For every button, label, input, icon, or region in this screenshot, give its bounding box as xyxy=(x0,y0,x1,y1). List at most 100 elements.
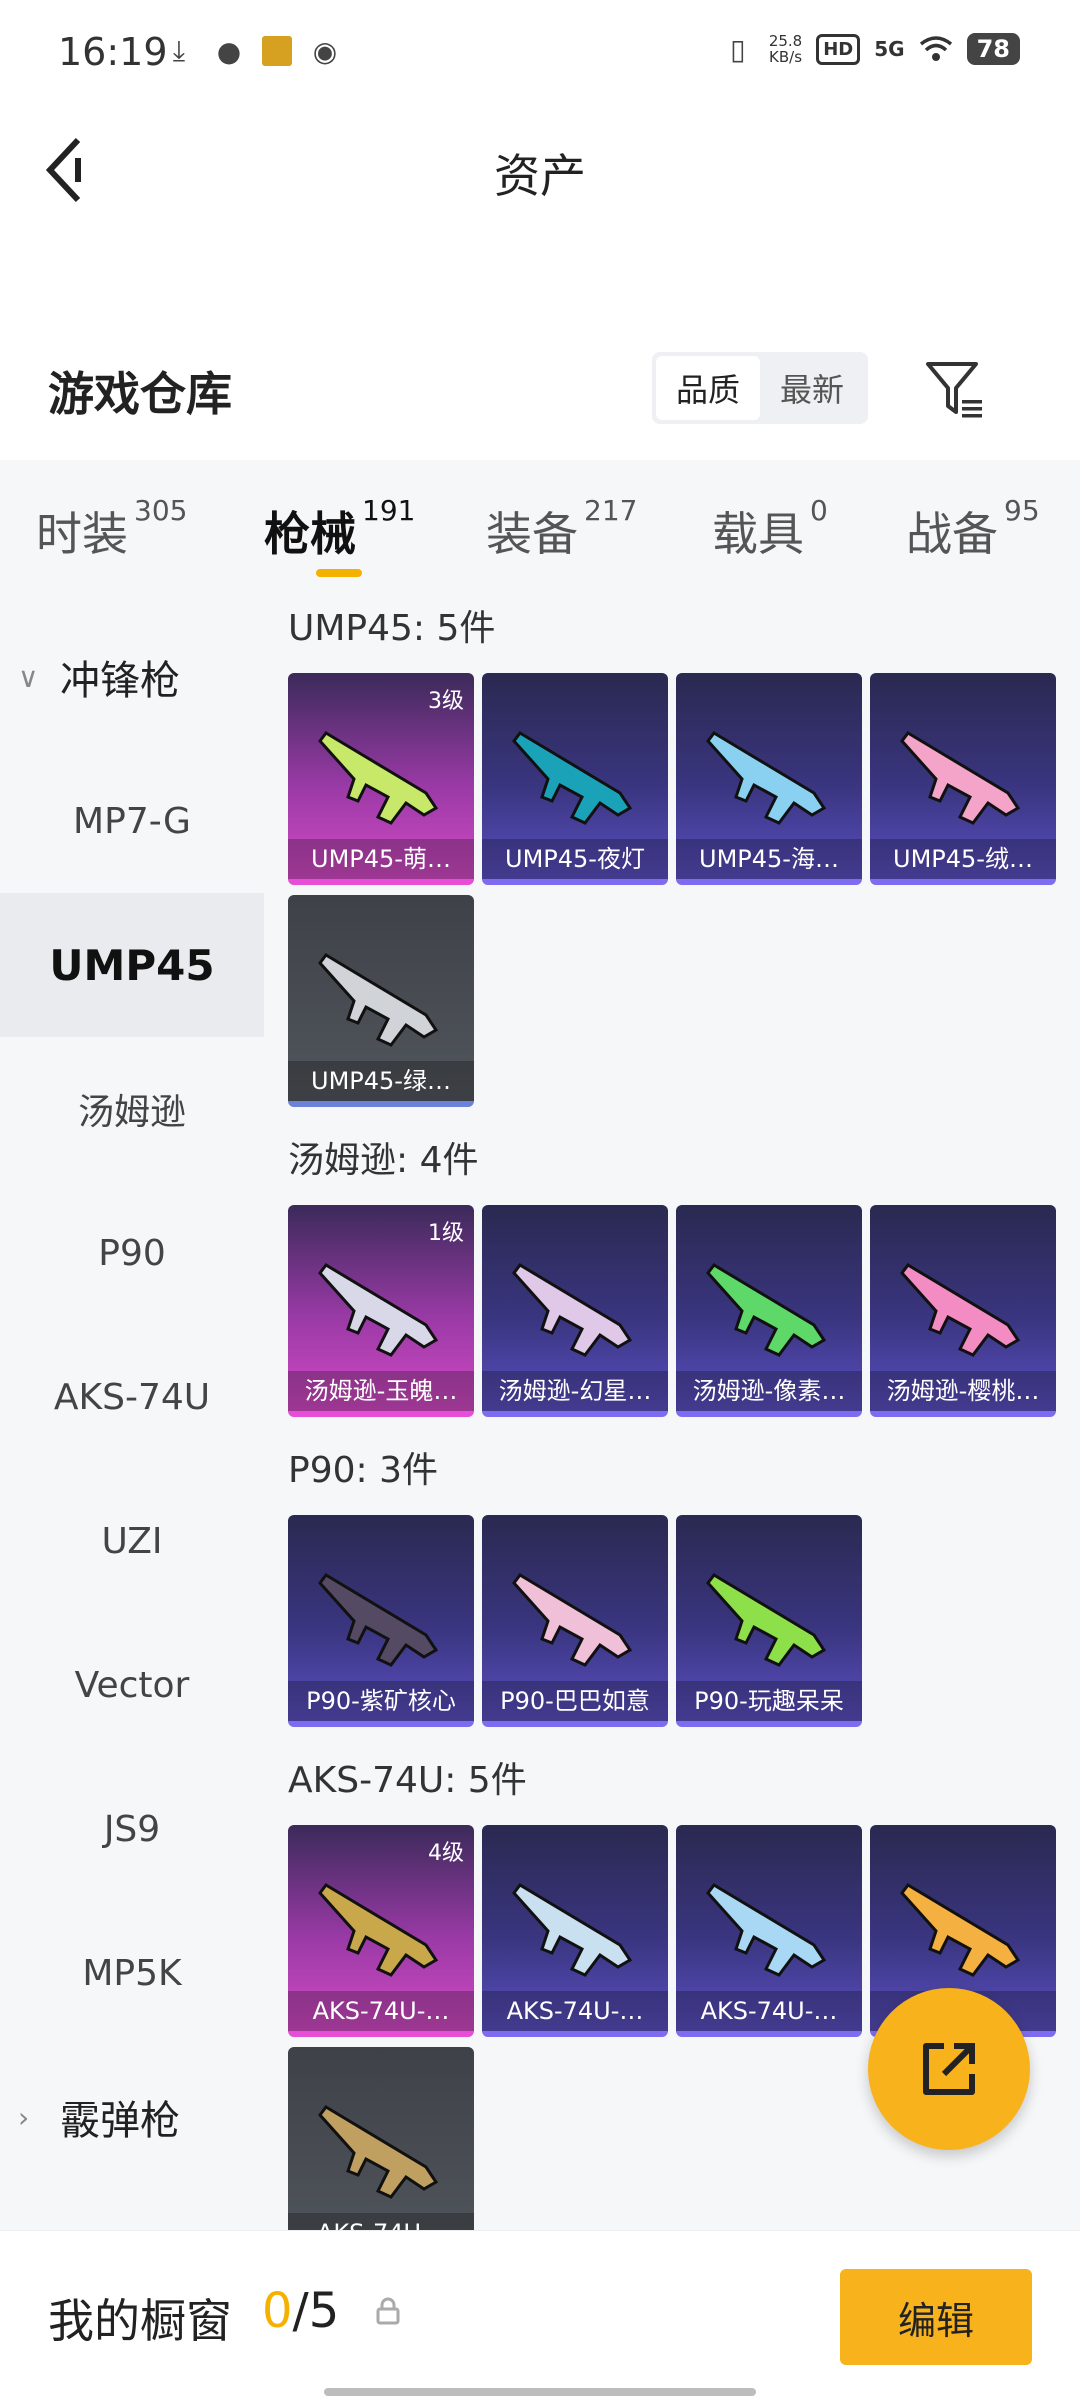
tab-vehicles[interactable]: 载具 0 xyxy=(712,494,828,564)
sidebar-item-thompson[interactable]: 汤姆逊 xyxy=(0,1037,264,1181)
weapon-skin-card[interactable]: 4级 AKS-74U-… xyxy=(288,1825,474,2037)
weapon-image xyxy=(512,1573,633,1667)
active-tab-indicator xyxy=(316,569,362,577)
app-notification-icon xyxy=(262,36,292,66)
weapon-skin-card[interactable]: 3级 UMP45-萌… xyxy=(288,673,474,885)
sidebar-item-p90[interactable]: P90 xyxy=(0,1181,264,1325)
weapon-silhouette xyxy=(900,1263,1021,1357)
weapon-skin-card[interactable]: AKS-74U-… xyxy=(676,1825,862,2037)
weapon-skin-card[interactable]: UMP45-夜灯 xyxy=(482,673,668,885)
weapon-silhouette xyxy=(318,953,439,1047)
sidebar-item-js9[interactable]: JS9 xyxy=(0,1757,264,1901)
tab-label: 时装 xyxy=(36,507,128,561)
tab-firearms[interactable]: 枪械 191 xyxy=(264,494,415,564)
weapon-skin-name: UMP45-萌… xyxy=(288,839,474,879)
weapon-skin-card[interactable]: UMP45-海… xyxy=(676,673,862,885)
weapon-skin-name: 汤姆逊-玉魄… xyxy=(288,1371,474,1411)
sidebar-item-mp5k[interactable]: MP5K xyxy=(0,1901,264,2045)
section-title: 汤姆逊: 4件 xyxy=(288,1140,479,1181)
weapon-silhouette xyxy=(318,1263,439,1357)
weapon-skin-name: P90-玩趣呆呆 xyxy=(676,1681,862,1721)
weapon-skin-card[interactable]: P90-玩趣呆呆 xyxy=(676,1515,862,1727)
filter-icon xyxy=(926,362,982,418)
wechat-icon: ● xyxy=(216,34,242,68)
weapon-skin-name: AKS-74U… xyxy=(288,2213,474,2230)
weapon-image xyxy=(318,731,439,825)
weapon-skin-card[interactable]: AKS-74U-… xyxy=(482,1825,668,2037)
weapon-image xyxy=(900,731,1021,825)
message-icon: ◉ xyxy=(312,34,338,68)
weapon-image xyxy=(706,1883,827,1977)
weapon-silhouette xyxy=(706,1883,827,1977)
sidebar-group-label: 霰弹枪 xyxy=(60,2098,180,2144)
weapon-silhouette xyxy=(512,1883,633,1977)
app-root: 16:19 ⤓ ● ◉ ▯ 25.8 KB/s HD 5G 78 资产 游戏仓库… xyxy=(0,0,1080,2400)
weapon-image xyxy=(900,1883,1021,1977)
sidebar-item-aks74u[interactable]: AKS-74U xyxy=(0,1325,264,1469)
weapon-skin-card[interactable]: UMP45-绒… xyxy=(870,673,1056,885)
weapon-grid: UMP45: 5件 3级 UMP45-萌… UMP45-夜灯 UMP45-海… UMP45… xyxy=(264,605,1080,2230)
vibrate-icon: ▯ xyxy=(730,32,746,66)
sidebar-item-ump45[interactable]: UMP45 xyxy=(0,893,264,1037)
weapon-skin-name: UMP45-海… xyxy=(676,839,862,879)
sidebar-group-shotgun[interactable]: › 霰弹枪 xyxy=(0,2045,264,2189)
weapon-image xyxy=(900,1263,1021,1357)
weapon-skin-card[interactable]: UMP45-绿… xyxy=(288,895,474,1107)
weapon-skin-card[interactable]: 汤姆逊-樱桃… xyxy=(870,1205,1056,1417)
weapon-skin-name: AKS-74U-… xyxy=(482,1991,668,2031)
showcase-title: 我的橱窗 xyxy=(48,2294,232,2348)
section-title: AKS-74U: 5件 xyxy=(288,1760,527,1801)
weapon-skin-card[interactable]: 1级 汤姆逊-玉魄… xyxy=(288,1205,474,1417)
weapon-silhouette xyxy=(900,731,1021,825)
download-icon: ⤓ xyxy=(172,34,186,67)
showcase-used: 0 xyxy=(262,2283,293,2339)
weapon-skin-name: AKS-74U-… xyxy=(676,1991,862,2031)
showcase-bar: 我的橱窗 0/5 编辑 xyxy=(0,2230,1080,2400)
lock-icon xyxy=(376,2297,400,2325)
weapon-skin-name: P90-巴巴如意 xyxy=(482,1681,668,1721)
chevron-down-icon: ∨ xyxy=(18,660,39,694)
showcase-count: 0/5 xyxy=(262,2283,339,2339)
weapon-silhouette xyxy=(706,1573,827,1667)
edit-button[interactable]: 编辑 xyxy=(840,2269,1032,2365)
network-speed-value: 25.8 xyxy=(768,32,803,50)
sort-option-newest[interactable]: 最新 xyxy=(760,356,864,420)
section-title: UMP45: 5件 xyxy=(288,608,496,649)
weapon-skin-name: 汤姆逊-像素… xyxy=(676,1371,862,1411)
sidebar-item-mp7g[interactable]: MP7-G xyxy=(0,749,264,893)
weapon-skin-name: UMP45-绿… xyxy=(288,1061,474,1101)
weapon-skin-name: 汤姆逊-樱桃… xyxy=(870,1371,1056,1411)
weapon-silhouette xyxy=(900,1883,1021,1977)
weapon-skin-name: 汤姆逊-幻星… xyxy=(482,1371,668,1411)
status-notification-icons: ⤓ ● ◉ xyxy=(162,34,342,68)
weapon-level-badge: 3级 xyxy=(428,689,464,714)
weapon-silhouette xyxy=(706,1263,827,1357)
sidebar-group-smg[interactable]: ∨ 冲锋枪 xyxy=(0,605,264,749)
tab-supplies[interactable]: 战备 95 xyxy=(906,494,1040,564)
status-right-icons: ▯ 25.8 KB/s HD 5G 78 xyxy=(721,32,1020,66)
sort-option-quality[interactable]: 品质 xyxy=(656,356,760,420)
tab-label: 装备 xyxy=(486,507,578,561)
page-title: 资产 xyxy=(494,149,586,203)
weapon-skin-card[interactable]: P90-紫矿核心 xyxy=(288,1515,474,1727)
filter-button[interactable] xyxy=(922,356,986,420)
sidebar-item-vector[interactable]: Vector xyxy=(0,1613,264,1757)
warehouse-title: 游戏仓库 xyxy=(48,367,232,421)
weapon-skin-card[interactable]: AKS-74U… xyxy=(288,2047,474,2230)
weapon-silhouette xyxy=(318,731,439,825)
network-speed-unit: KB/s xyxy=(769,48,803,66)
tab-count: 191 xyxy=(362,494,416,527)
share-fab[interactable] xyxy=(868,1988,1030,2150)
tab-count: 217 xyxy=(584,494,638,527)
weapon-skin-card[interactable]: P90-巴巴如意 xyxy=(482,1515,668,1727)
weapon-skin-card[interactable]: 汤姆逊-幻星… xyxy=(482,1205,668,1417)
weapon-type-sidebar: ∨ 冲锋枪 MP7-G UMP45 汤姆逊 P90 AKS-74U UZI Ve… xyxy=(0,605,264,2230)
weapon-image xyxy=(318,1883,439,1977)
tab-fashion[interactable]: 时装 305 xyxy=(36,494,187,564)
weapon-skin-name: UMP45-夜灯 xyxy=(482,839,668,879)
tab-equipment[interactable]: 装备 217 xyxy=(486,494,637,564)
weapon-silhouette xyxy=(318,1573,439,1667)
weapon-image xyxy=(318,1263,439,1357)
sidebar-item-uzi[interactable]: UZI xyxy=(0,1469,264,1613)
weapon-skin-card[interactable]: 汤姆逊-像素… xyxy=(676,1205,862,1417)
